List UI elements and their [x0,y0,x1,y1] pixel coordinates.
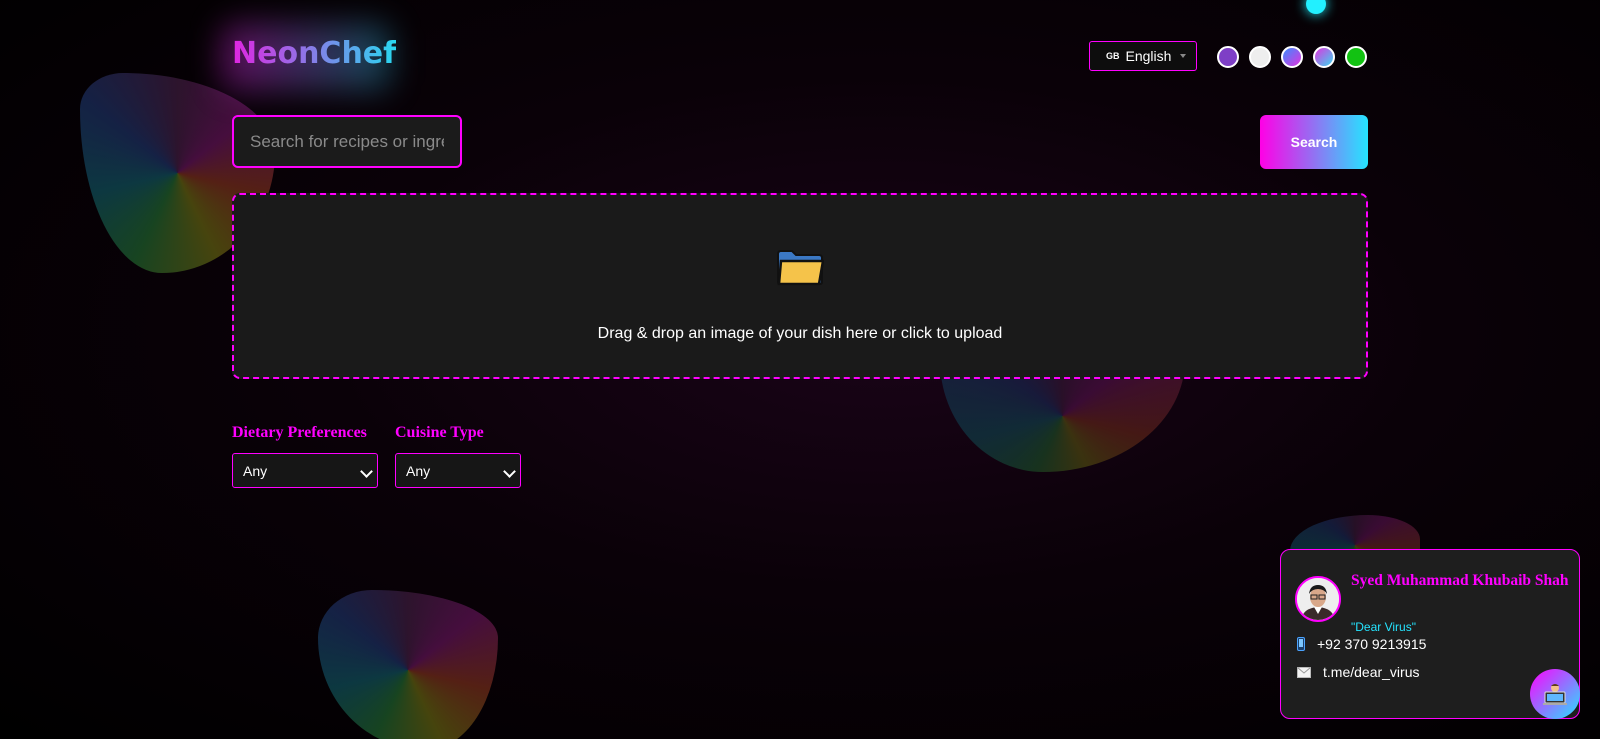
theme-swatch-purple[interactable] [1217,46,1239,68]
phone-icon [1297,637,1305,651]
theme-swatch-blue-pink[interactable] [1281,46,1303,68]
dietary-preferences-label: Dietary Preferences [232,424,367,441]
search-input[interactable] [232,115,462,168]
chevron-down-icon [1180,54,1186,58]
theme-swatch-magenta-cyan[interactable] [1313,46,1335,68]
app-logo[interactable]: NeonChef [232,36,396,71]
avatar [1295,576,1341,622]
decorative-blob [318,590,498,739]
upload-instructions: Drag & drop an image of your dish here o… [597,325,1003,342]
image-upload-dropzone[interactable]: Drag & drop an image of your dish here o… [232,193,1368,379]
language-selector[interactable]: GB English [1089,41,1197,71]
theme-swatch-green[interactable] [1345,46,1367,68]
contact-phone: +92 370 9213915 [1317,636,1427,652]
folder-icon [777,250,824,286]
cuisine-type-select[interactable]: Any [395,453,521,488]
flag-icon: GB [1106,51,1120,61]
contact-phone-row[interactable]: +92 370 9213915 [1297,636,1426,652]
contact-telegram-link[interactable]: t.me/dear_virus [1323,664,1419,680]
search-button[interactable]: Search [1260,115,1368,169]
theme-swatch-white[interactable] [1249,46,1271,68]
laptop-user-icon [1543,684,1567,705]
dietary-preferences-select[interactable]: Any [232,453,378,488]
envelope-icon [1297,666,1311,678]
contact-nickname: "Dear Virus" [1351,620,1416,634]
contact-name: Syed Muhammad Khubaib Shah [1351,572,1569,589]
glow-dot [1306,0,1326,14]
language-label: English [1125,48,1172,64]
cuisine-type-label: Cuisine Type [395,424,484,441]
contact-telegram-row[interactable]: t.me/dear_virus [1297,664,1419,680]
chat-toggle-button[interactable] [1530,669,1580,719]
